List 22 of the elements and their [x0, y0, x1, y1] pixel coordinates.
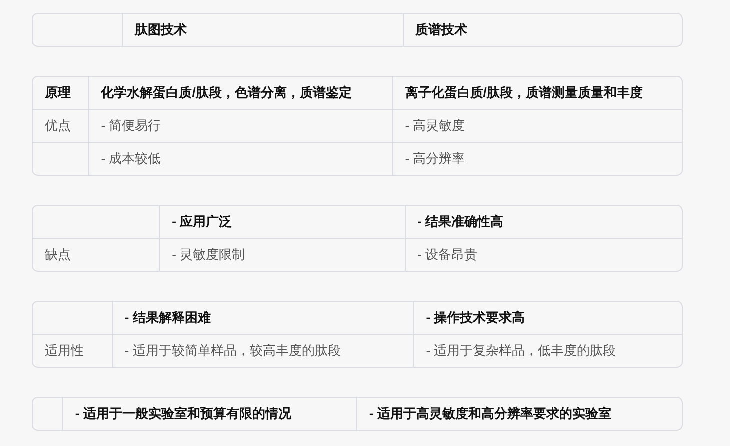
header-cell: 原理 [33, 77, 89, 110]
header-cell: - 适用于高灵敏度和高分辨率要求的实验室 [356, 398, 682, 430]
header-cell: - 结果准确性高 [405, 206, 682, 238]
header-cell: 离子化蛋白质/肽段，质谱测量质量和丰度 [392, 77, 682, 110]
header-cell: 化学水解蛋白质/肽段，色谱分离，质谱鉴定 [88, 77, 393, 110]
table-cell: - 高灵敏度 [392, 110, 682, 142]
table-cell: 缺点 [33, 238, 160, 271]
table-cell: - 灵敏度限制 [160, 238, 406, 271]
header-cell: 肽图技术 [122, 14, 404, 46]
table-cell: - 设备昂贵 [405, 238, 682, 271]
header-cell: - 应用广泛 [160, 206, 406, 238]
table-cell: 适用性 [33, 334, 112, 367]
table-cell: - 简便易行 [88, 110, 393, 142]
table-cell: - 适用于较简单样品，较高丰度的肽段 [112, 334, 414, 367]
table-cell: - 适用于复杂样品，低丰度的肽段 [414, 334, 682, 367]
table-cell: - 成本较低 [88, 142, 393, 175]
table-cell: - 高分辨率 [392, 142, 682, 175]
header-cell: - 操作技术要求高 [414, 302, 682, 334]
header-cell: 质谱技术 [403, 14, 682, 46]
header-cell: - 结果解释困难 [112, 302, 414, 334]
header-cell: - 适用于一般实验室和预算有限的情况 [62, 398, 357, 430]
table-cell: 优点 [33, 110, 89, 142]
